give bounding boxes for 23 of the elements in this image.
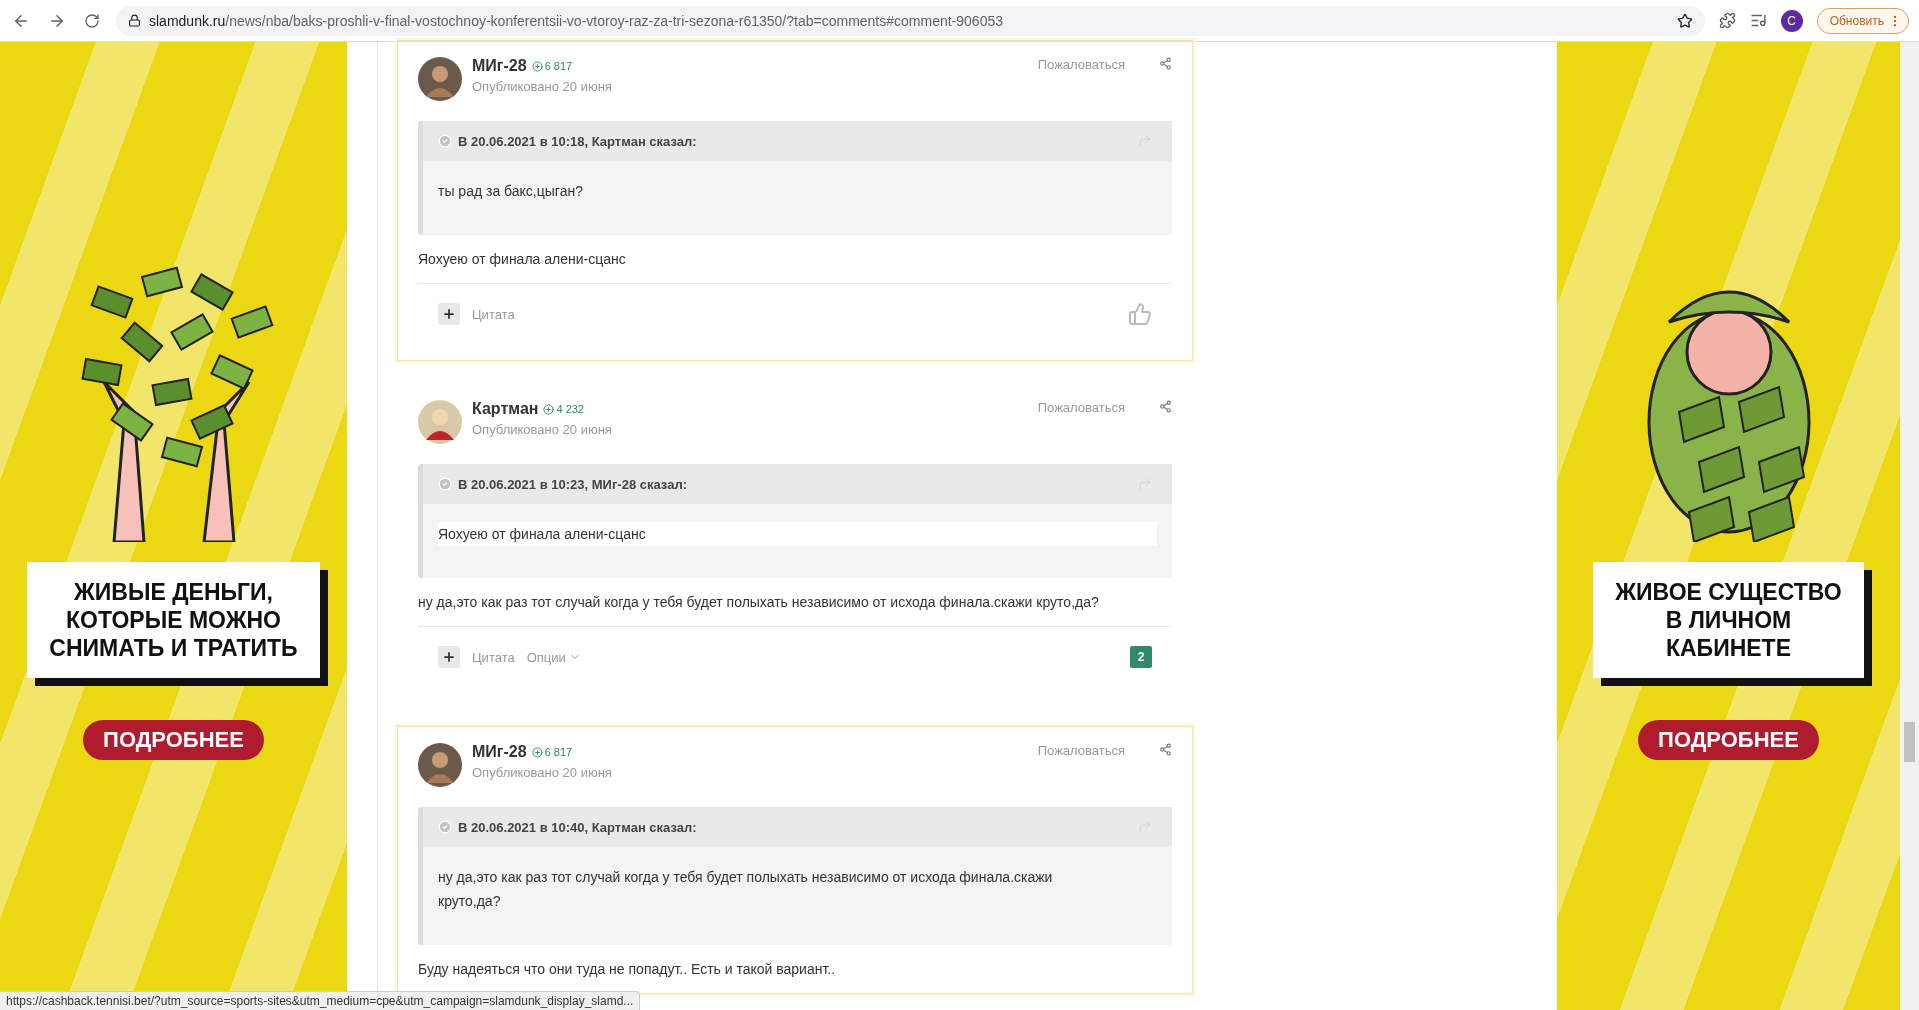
ad-headline: ЖИВЫЕ ДЕНЬГИ, <box>73 578 274 606</box>
publish-date: Опубликовано 20 июня <box>472 79 613 94</box>
quote-text: ты рад за бакс,цыган? <box>438 182 584 201</box>
url-text: slamdunk.ru/news/nba/baks-proshli-v-final-vostochnoy-konferentsii-vo-vtoroy-raz-za-tri-sezona-r61350/?tab=comments#comment-906053 <box>149 12 1003 29</box>
quote-header: В 20.06.2021 в 10:23, МИг-28 сказал: <box>458 476 688 492</box>
quote-text: Яохуею от финала алени-сцанс <box>438 522 1157 546</box>
publish-date: Опубликовано 20 июня <box>472 422 613 437</box>
quote-text: ну да,это как раз тот случай когда у тебя будет полыхать независимо от исхода финала.скажи круто,да? <box>438 868 1054 911</box>
comment-text: ну да,это как раз тот случай когда у тебя будет полыхать независимо от исхода финала.скажи круто,да? <box>418 593 1100 612</box>
quote-header: В 20.06.2021 в 10:18, Картман сказал: <box>458 133 698 149</box>
ad-headline: В ЛИЧНОМ <box>1664 606 1793 634</box>
reputation: 4 232 <box>543 403 584 415</box>
publish-date: Опубликовано 20 июня <box>472 765 613 780</box>
comment-text: Буду надеяться что они туда не попадут.. Есть и такой вариант.. <box>418 960 837 979</box>
quote-header: В 20.06.2021 в 10:40, Картман сказал: <box>458 819 698 835</box>
ad-headline: КОТОРЫЕ МОЖНО <box>65 606 282 634</box>
url-tooltip: https://cashback.tennisi.bet/?utm_source=sports-sites&utm_medium=cpe&utm_campaign=slamdunk_display_slamd... <box>0 991 641 1010</box>
reputation: 6 817 <box>531 60 573 72</box>
ad-headline: СНИМАТЬ И ТРАТИТЬ <box>49 634 298 662</box>
ad-headline: КАБИНЕТЕ <box>1664 634 1792 662</box>
ad-headline: ЖИВОЕ СУЩЕСТВО <box>1615 578 1842 606</box>
comment-text: Яохуею от финала алени-сцанс <box>418 250 627 269</box>
reputation: 6 817 <box>531 746 573 758</box>
